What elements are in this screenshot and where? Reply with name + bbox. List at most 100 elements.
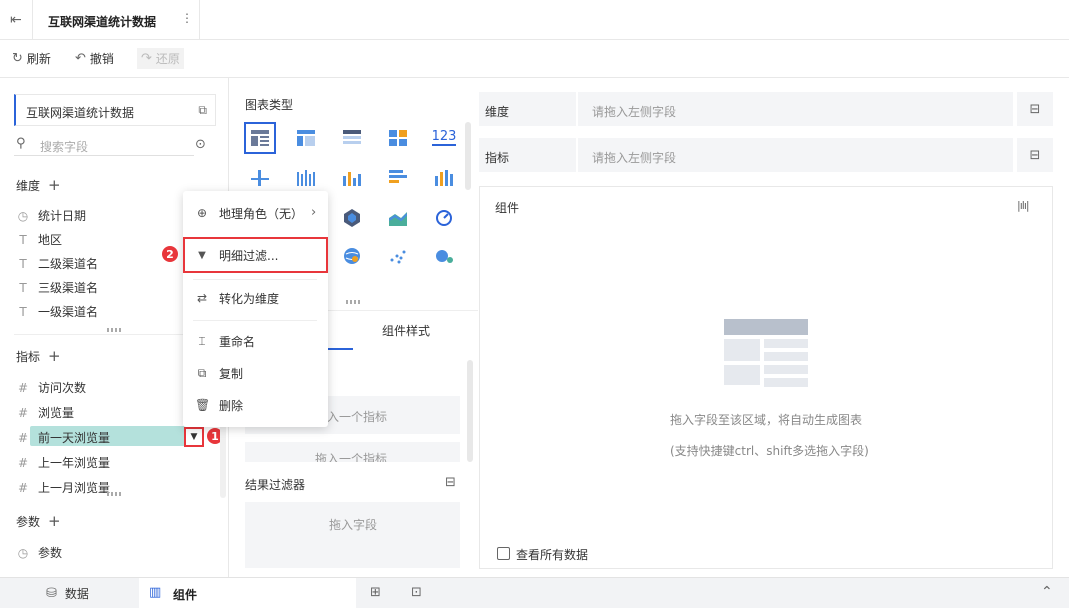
measures-title: 指标 bbox=[16, 350, 41, 364]
field-label: 上一月浏览量 bbox=[38, 481, 111, 495]
add-measure-icon[interactable]: + bbox=[48, 349, 61, 364]
menu-item-label: 转化为维度 bbox=[219, 291, 280, 306]
add-component-icon[interactable]: ⊞ bbox=[370, 586, 381, 599]
dimension-shelf-label: 维度 bbox=[485, 105, 510, 119]
menu-item-to-dimension[interactable]: ⇄ 转化为维度 bbox=[183, 283, 328, 313]
switch-dataset-icon[interactable]: ⧉ bbox=[198, 104, 207, 116]
field-dimension[interactable]: T 三级渠道名 bbox=[16, 279, 98, 296]
field-label: 访问次数 bbox=[38, 381, 87, 395]
measures-header: 指标 + bbox=[16, 348, 61, 365]
empty-hint-secondary: (支持快捷键ctrl、shift多选拖入字段) bbox=[670, 444, 869, 458]
tab-data[interactable]: ⛁ 数据 bbox=[46, 585, 89, 602]
field-label: 上一年浏览量 bbox=[38, 456, 111, 470]
chart-type-kpi-grid[interactable] bbox=[382, 122, 414, 154]
field-measure[interactable]: # 浏览量 bbox=[16, 404, 74, 421]
redo-button[interactable]: ↷ 还原 bbox=[137, 48, 184, 69]
chart-type-map[interactable] bbox=[336, 240, 368, 272]
menu-item-geo-role[interactable]: ⊕ 地理角色（无） › bbox=[183, 198, 328, 228]
chart-type-funnel[interactable] bbox=[336, 202, 368, 234]
field-label: 前一天浏览量 bbox=[38, 431, 111, 445]
search-input[interactable]: 搜索字段 bbox=[40, 138, 88, 155]
tab-component[interactable]: ▥ 组件 bbox=[139, 578, 356, 608]
chart-type-number[interactable]: 123 bbox=[428, 122, 460, 154]
field-dimension[interactable]: T 地区 bbox=[16, 231, 62, 248]
refresh-icon: ↻ bbox=[12, 51, 23, 66]
chart-icon: ▥ bbox=[149, 585, 162, 600]
filter-settings-icon[interactable]: ⊟ bbox=[445, 476, 456, 489]
refresh-button[interactable]: ↻ 刷新 bbox=[12, 50, 51, 67]
exit-icon[interactable]: ⇤ bbox=[10, 13, 22, 27]
field-label: 浏览量 bbox=[38, 406, 75, 420]
more-vertical-icon[interactable]: ⋮ bbox=[181, 12, 193, 24]
number-type-icon: # bbox=[17, 405, 29, 420]
view-all-checkbox[interactable] bbox=[497, 547, 510, 560]
tab-component-style[interactable]: 组件样式 bbox=[382, 322, 430, 339]
field-measure[interactable]: # 上一年浏览量 bbox=[16, 454, 110, 471]
measure-drop-zone-2[interactable]: 拖入一个指标 bbox=[245, 442, 460, 462]
menu-item-label: 复制 bbox=[219, 366, 244, 381]
field-param[interactable]: ◷ 参数 bbox=[16, 544, 62, 561]
undo-icon: ↶ bbox=[75, 51, 86, 66]
field-label: 一级渠道名 bbox=[38, 305, 99, 319]
measure-drop-zone[interactable]: 请拖入左侧字段 bbox=[576, 138, 1013, 172]
chart-type-scatter[interactable] bbox=[382, 240, 414, 272]
dataset-name: 互联网渠道统计数据 bbox=[26, 106, 135, 120]
chart-types-scrollbar[interactable] bbox=[465, 122, 471, 190]
dimension-drop-zone[interactable]: 请拖入左侧字段 bbox=[576, 92, 1013, 126]
divider bbox=[193, 320, 317, 321]
view-all-label: 查看所有数据 bbox=[516, 548, 589, 562]
number-type-icon: # bbox=[17, 480, 29, 495]
resize-handle[interactable] bbox=[107, 328, 121, 332]
chart-type-bubble[interactable] bbox=[428, 240, 460, 272]
undo-button[interactable]: ↶ 撤销 bbox=[75, 50, 114, 67]
menu-item-delete[interactable]: 🗑 删除 bbox=[183, 390, 328, 420]
chart-type-stacked-bar[interactable] bbox=[428, 162, 460, 194]
menu-item-copy[interactable]: ⧉ 复制 bbox=[183, 358, 328, 388]
chart-type-area[interactable] bbox=[382, 202, 414, 234]
chart-type-bar[interactable] bbox=[336, 162, 368, 194]
chart-type-horizontal-bar[interactable] bbox=[382, 162, 414, 194]
add-dimension-icon[interactable]: + bbox=[48, 178, 61, 193]
empty-hint-primary: 拖入字段至该区域，将自动生成图表 bbox=[670, 413, 863, 427]
collapse-up-icon[interactable]: ⌃ bbox=[1041, 585, 1053, 599]
resize-handle[interactable] bbox=[107, 492, 121, 496]
add-dashboard-icon[interactable]: ⊡ bbox=[411, 586, 422, 599]
field-dimension[interactable]: ◷ 统计日期 bbox=[16, 207, 86, 224]
add-param-icon[interactable]: + bbox=[48, 514, 61, 529]
resize-handle[interactable] bbox=[346, 300, 360, 304]
settings-scrollbar[interactable] bbox=[467, 360, 473, 462]
dimension-settings-button[interactable]: ⊟ bbox=[1017, 92, 1053, 126]
param-icon: ◷ bbox=[17, 545, 29, 560]
field-measure[interactable]: # 访问次数 bbox=[16, 379, 86, 396]
measure-settings-button[interactable]: ⊟ bbox=[1017, 138, 1053, 172]
divider bbox=[199, 0, 200, 40]
field-measure-selected[interactable]: # 前一天浏览量 bbox=[16, 429, 110, 446]
shelf-settings-icon: ⊟ bbox=[1029, 147, 1041, 163]
search-box[interactable]: ⚲ 搜索字段 bbox=[14, 134, 194, 156]
chart-type-detail-table[interactable] bbox=[336, 122, 368, 154]
more-circle-icon[interactable]: ⊙ bbox=[195, 138, 206, 151]
dataset-selector[interactable]: 互联网渠道统计数据 ⧉ bbox=[14, 94, 216, 126]
result-filter-drop-zone[interactable]: 拖入字段 bbox=[245, 502, 460, 568]
field-dimension[interactable]: T 二级渠道名 bbox=[16, 255, 98, 272]
chart-type-grouped-bar[interactable] bbox=[290, 162, 322, 194]
field-measure[interactable]: # 上一月浏览量 bbox=[16, 479, 110, 496]
bar-chart-icon[interactable]: |ılı| bbox=[1017, 200, 1030, 211]
component-canvas[interactable]: 组件 |ılı| 拖入字段至该区域，将自动生成图表 (支持快捷键ctrl、shi… bbox=[479, 186, 1053, 569]
chart-type-gauge[interactable] bbox=[428, 202, 460, 234]
globe-icon: ⊕ bbox=[196, 206, 208, 220]
menu-item-rename[interactable]: ⌶ 重命名 bbox=[183, 326, 328, 356]
dimensions-title: 维度 bbox=[16, 179, 41, 193]
text-type-icon: T bbox=[19, 304, 27, 319]
chart-type-table[interactable] bbox=[244, 122, 276, 154]
menu-item-label: 重命名 bbox=[219, 334, 256, 349]
app-title: 互联网渠道统计数据 bbox=[48, 15, 157, 29]
field-dimension[interactable]: T 一级渠道名 bbox=[16, 303, 98, 320]
text-type-icon: T bbox=[19, 232, 27, 247]
caret-down-icon: ▼ bbox=[190, 431, 198, 442]
measure-shelf-label: 指标 bbox=[485, 151, 510, 165]
menu-item-detail-filter[interactable]: ▼ 明细过滤... bbox=[183, 240, 328, 270]
chart-type-cross-table[interactable] bbox=[290, 122, 322, 154]
chart-type-dot-matrix[interactable] bbox=[244, 162, 276, 194]
field-dropdown-button[interactable]: ▼ bbox=[184, 427, 204, 447]
